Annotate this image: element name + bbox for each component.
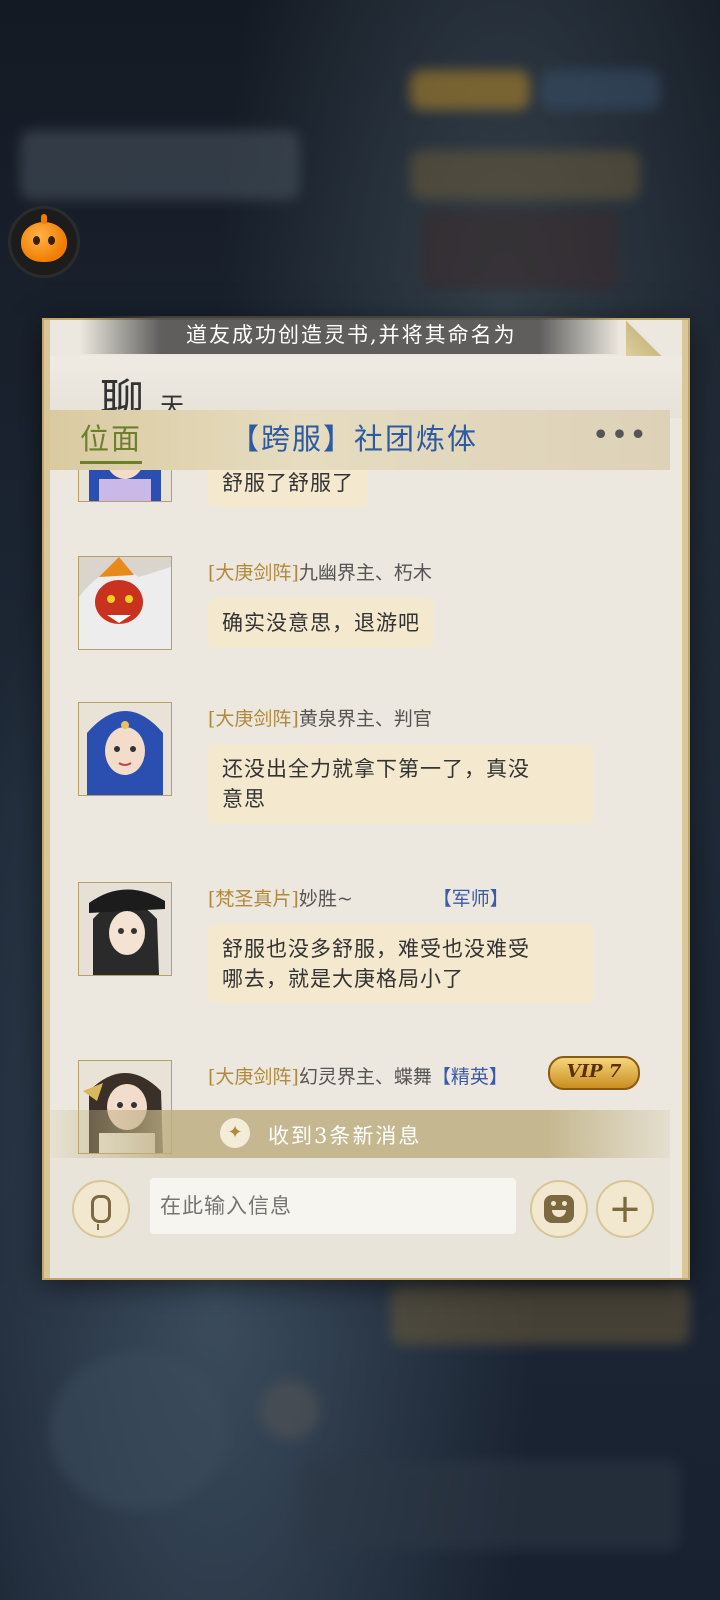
message-bubble: 舒服也没多舒服，难受也没难受 哪去，就是大庚格局小了 <box>208 924 594 1004</box>
avatar[interactable] <box>78 556 172 650</box>
plus-icon: + <box>608 1186 642 1232</box>
chat-panel: 聊 天 位面 【跨服】社团炼体 ••• 舒服了舒服了 [大庚剑阵]九幽界主、朽木… <box>44 320 688 1278</box>
new-messages-text: 收到3条新消息 <box>268 1124 422 1148</box>
player-name: 妙胜~ <box>298 888 353 910</box>
avatar[interactable] <box>78 470 172 502</box>
emoji-button[interactable] <box>530 1180 588 1238</box>
player-name: 幻灵界主、蝶舞 <box>298 1066 432 1088</box>
more-options-button[interactable]: ••• <box>592 418 648 453</box>
sender-name[interactable]: [大庚剑阵]黄泉界主、判官 <box>208 704 432 731</box>
pumpkin-icon <box>21 214 67 262</box>
input-bar: + <box>50 1158 670 1278</box>
player-name: 九幽界主、朽木 <box>298 562 432 584</box>
message-bubble: 确实没意思，退游吧 <box>208 598 434 648</box>
guild-tag: [大庚剑阵] <box>208 1066 299 1088</box>
message-line: 意思 <box>222 787 266 811</box>
ticker-text: 道友成功创造灵书,并将其命名为 <box>186 323 517 347</box>
new-message-icon: ✦ <box>220 1118 250 1148</box>
new-messages-banner[interactable]: ✦ 收到3条新消息 <box>50 1110 670 1158</box>
avatar[interactable] <box>78 882 172 976</box>
guild-tag: [大庚剑阵] <box>208 708 299 730</box>
system-ticker: 道友成功创造灵书,并将其命名为 <box>80 316 620 354</box>
tab-plane[interactable]: 位面 <box>80 416 143 464</box>
role-badge: 【精英】 <box>431 1066 508 1088</box>
mic-icon <box>91 1195 111 1230</box>
player-name: 黄泉界主、判官 <box>298 708 432 730</box>
role-badge: 【军师】 <box>432 888 509 910</box>
message-line: 舒服也没多舒服，难受也没难受 <box>222 937 530 961</box>
emoji-icon <box>544 1195 574 1223</box>
sender-name[interactable]: [大庚剑阵]九幽界主、朽木 <box>208 558 432 585</box>
channel-title[interactable]: 【跨服】社团炼体 <box>230 416 478 458</box>
voice-button[interactable] <box>72 1180 130 1238</box>
message-bubble: 舒服了舒服了 <box>208 470 368 508</box>
floating-assistant-button[interactable] <box>8 206 80 278</box>
add-button[interactable]: + <box>596 1180 654 1238</box>
message-line: 还没出全力就拿下第一了，真没 <box>222 757 530 781</box>
guild-tag: [大庚剑阵] <box>208 562 299 584</box>
channel-tabbar: 位面 【跨服】社团炼体 ••• <box>50 410 670 470</box>
message-line: 哪去，就是大庚格局小了 <box>222 967 464 991</box>
sender-name[interactable]: [梵圣真片]妙胜~ 【军师】 <box>208 884 509 911</box>
chat-header: 聊 天 <box>50 356 682 426</box>
message-input[interactable] <box>150 1178 516 1234</box>
message-bubble: 还没出全力就拿下第一了，真没 意思 <box>208 744 594 824</box>
message-list[interactable]: 舒服了舒服了 [大庚剑阵]九幽界主、朽木 确实没意思，退游吧 [大庚剑阵]黄泉界… <box>50 470 670 1158</box>
guild-tag: [梵圣真片] <box>208 888 299 910</box>
sender-name[interactable]: [大庚剑阵]幻灵界主、蝶舞【精英】 <box>208 1062 508 1089</box>
avatar[interactable] <box>78 702 172 796</box>
vip-badge: VIP 7 <box>548 1056 640 1090</box>
